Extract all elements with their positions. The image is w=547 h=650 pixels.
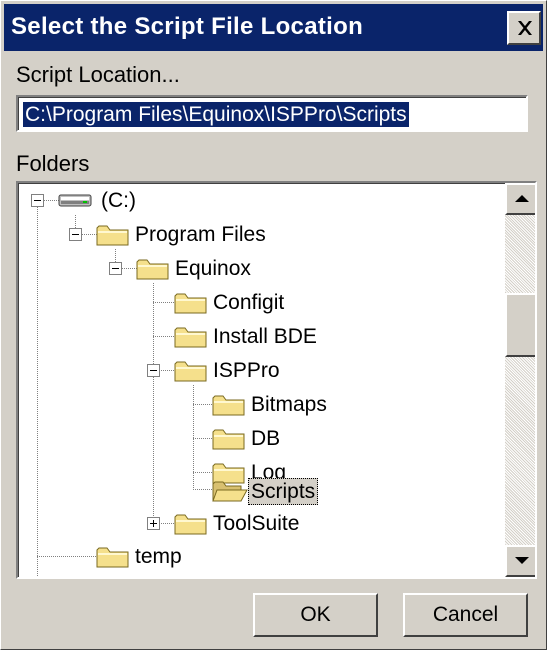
collapse-toggle[interactable] [109,262,122,275]
tree-node-label: (C:) [101,189,136,212]
tree-node-label: Program Files [135,223,266,246]
plus-icon [150,520,157,527]
select-script-location-dialog: Select the Script File Location Script L… [0,0,547,650]
scroll-down-button[interactable] [505,545,535,577]
folder-icon [174,361,207,382]
tree-node-label: ISPPro [213,359,280,382]
folder-icon [174,514,207,535]
arrow-up-icon [515,195,529,202]
collapse-toggle[interactable] [31,194,44,207]
script-location-value: C:\Program Files\Equinox\ISPPro\Scripts [23,102,409,127]
collapse-toggle[interactable] [69,228,82,241]
tree-node-label-selected: Scripts [248,478,319,505]
scroll-thumb[interactable] [505,293,535,357]
drive-icon [58,194,92,207]
folder-tree[interactable]: (C:) Program Files Equinox Configit Inst… [16,181,537,579]
folder-icon [96,547,129,568]
folder-icon [174,327,207,348]
folder-icon [96,225,129,246]
folder-icon [212,429,245,450]
expand-toggle[interactable] [147,517,160,530]
script-location-input[interactable]: C:\Program Files\Equinox\ISPPro\Scripts [16,95,528,132]
folder-icon [174,293,207,314]
tree-node-label: temp [135,545,182,568]
tree-node-label: Equinox [175,257,251,280]
ok-button[interactable]: OK [253,593,378,637]
minus-icon [72,234,79,235]
tree-node-label: Bitmaps [251,393,327,416]
dialog-title: Select the Script File Location [11,13,364,40]
vertical-scrollbar[interactable] [505,183,535,577]
open-folder-icon [212,481,248,502]
tree-node-label: DB [251,427,281,450]
minus-icon [150,370,157,371]
cancel-button[interactable]: Cancel [403,593,528,637]
arrow-down-icon [515,557,529,564]
tree-node-label: Configit [213,291,285,314]
scroll-up-button[interactable] [505,183,535,215]
folder-icon [136,259,169,280]
tree-node-label: ToolSuite [213,512,300,535]
collapse-toggle[interactable] [147,364,160,377]
close-button[interactable] [507,11,541,45]
minus-icon [34,200,41,201]
folders-label: Folders [16,151,90,176]
script-location-label: Script Location... [16,62,180,87]
close-icon [518,21,532,35]
title-bar: Select the Script File Location [4,4,543,51]
tree-node-label: Install BDE [213,325,317,348]
minus-icon [112,268,119,269]
folder-icon [212,395,245,416]
